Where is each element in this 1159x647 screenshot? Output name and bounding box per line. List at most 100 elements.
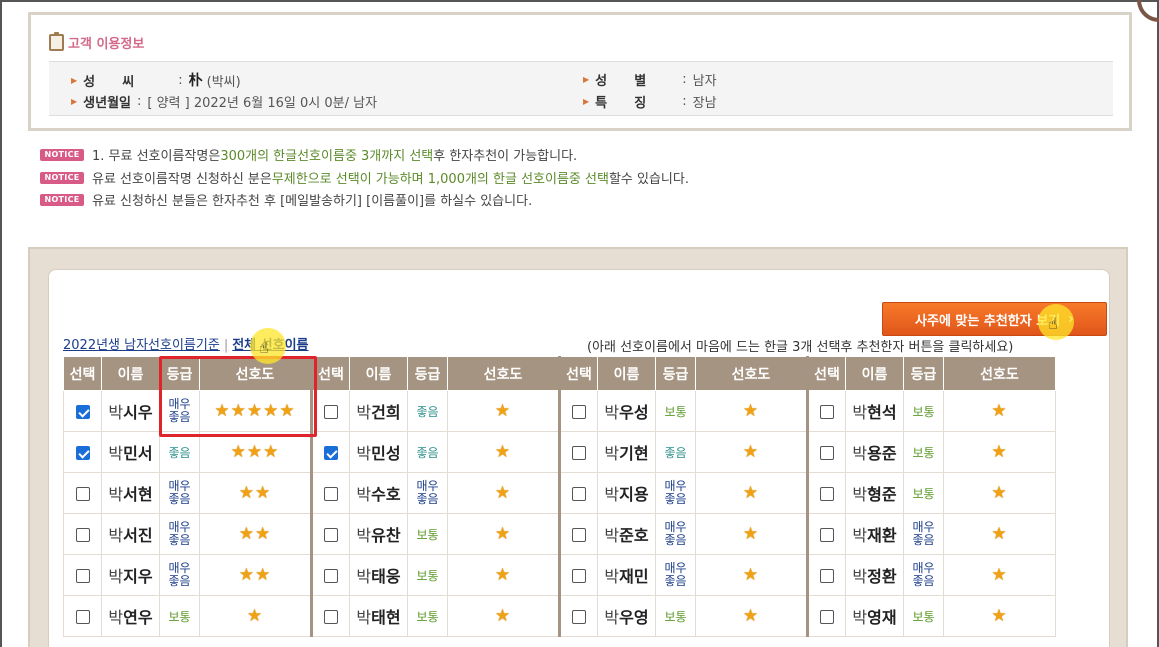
name-select-checkbox[interactable]: [324, 486, 338, 501]
name-select-checkbox[interactable]: [572, 486, 586, 501]
name-select-checkbox[interactable]: [75, 404, 90, 419]
name-selection-panel: 사주에 맞는 추천한자 보기 › 2022년생 남자선호이름기준|전체 선호이름…: [28, 247, 1128, 647]
preference-cell: ★: [695, 595, 808, 637]
name-cell: 박민서: [101, 431, 160, 473]
given-name-text: 건희: [371, 403, 401, 422]
column-header-name: 이름: [349, 356, 408, 391]
name-cell: 박태현: [349, 595, 408, 637]
given-name-text: 민성: [371, 444, 401, 463]
surname-text: 박: [604, 444, 620, 463]
select-cell: [558, 513, 598, 555]
name-select-checkbox[interactable]: [324, 568, 338, 583]
name-select-checkbox[interactable]: [572, 527, 586, 542]
grade-badge: 매우좋음: [912, 519, 935, 547]
name-select-checkbox[interactable]: [75, 486, 90, 501]
name-cell: 박연우: [101, 595, 160, 637]
name-select-checkbox[interactable]: [75, 568, 90, 583]
name-cell: 박우성: [597, 390, 656, 432]
star-rating-icon: ★: [494, 565, 512, 585]
name-select-checkbox[interactable]: [324, 527, 338, 542]
given-name-text: 재민: [619, 567, 649, 586]
preference-cell: ★: [199, 595, 312, 637]
name-select-checkbox[interactable]: [820, 404, 834, 419]
grade-cell: 매우좋음: [159, 554, 200, 596]
given-name-text: 유찬: [371, 526, 401, 545]
select-cell: [310, 390, 350, 432]
name-select-checkbox[interactable]: [75, 527, 90, 542]
name-select-checkbox[interactable]: [75, 445, 90, 460]
trait-value: 장남: [692, 96, 717, 111]
given-name-text: 재환: [867, 526, 897, 545]
name-select-checkbox[interactable]: [572, 609, 586, 624]
name-cell: 박지우: [101, 554, 160, 596]
notice-2-text-b: 할수 있습니다.: [608, 172, 689, 187]
grade-badge: 보통: [912, 446, 935, 460]
name-cell: 박재민: [597, 554, 656, 596]
bullet-icon: ▶: [583, 75, 590, 84]
grade-badge: 좋음: [664, 446, 687, 460]
name-cell: 박서현: [101, 472, 160, 514]
table-row: 박서현 매우좋음 ★★ 박수호 매우좋음 ★ 박지용 매우좋음 ★ 박형준 보통 ★: [63, 472, 1056, 514]
notice-badge: NOTICE: [40, 171, 84, 184]
surname-note: (박씨): [206, 74, 241, 90]
select-cell: [63, 472, 102, 514]
name-select-checkbox[interactable]: [324, 404, 338, 419]
surname-text: 박: [852, 526, 868, 545]
customer-info-title-text: 고객 이용정보: [68, 37, 145, 52]
select-cell: [310, 472, 350, 514]
surname-hanja: 朴: [188, 73, 203, 89]
notice-1: NOTICE 1. 무료 선호이름작명은 300개의 한글선호이름중 3개까지 …: [40, 145, 577, 164]
column-header-pref: 선호도: [447, 356, 560, 391]
select-cell: [310, 595, 350, 637]
preference-cell: ★★: [199, 472, 312, 514]
given-name-text: 연우: [123, 608, 153, 627]
column-header-pref: 선호도: [695, 356, 808, 391]
given-name-text: 우성: [619, 403, 649, 422]
grade-badge: 매우좋음: [912, 560, 935, 588]
name-select-checkbox[interactable]: [75, 609, 90, 624]
grade-cell: 매우좋음: [655, 513, 696, 555]
surname-text: 박: [108, 485, 124, 504]
selection-hint: (아래 선호이름에서 마음에 드는 한글 3개 선택후 추천한자 버튼을 클릭하…: [587, 340, 1014, 355]
name-select-checkbox[interactable]: [820, 445, 834, 460]
name-select-checkbox[interactable]: [820, 527, 834, 542]
star-rating-icon: ★: [742, 483, 760, 503]
select-cell: [63, 595, 102, 637]
link-year-names[interactable]: 2022년생 남자선호이름기준: [63, 338, 220, 353]
grade-badge: 매우좋음: [168, 519, 191, 547]
name-select-checkbox[interactable]: [572, 404, 586, 419]
bullet-icon: ▶: [71, 75, 78, 85]
surname-text: 박: [852, 608, 868, 627]
grade-cell: 보통: [407, 554, 448, 596]
name-select-checkbox[interactable]: [572, 445, 586, 460]
gender-value: 남자: [692, 74, 717, 89]
table-row: 박지우 매우좋음 ★★ 박태웅 보통 ★ 박재민 매우좋음 ★ 박정환 매우좋음 ★: [63, 554, 1056, 596]
grade-cell: 좋음: [407, 390, 448, 432]
surname-text: 박: [852, 403, 868, 422]
grade-badge: 보통: [416, 569, 439, 583]
column-header-name: 이름: [101, 356, 160, 391]
name-cell: 박형준: [845, 472, 904, 514]
name-select-checkbox[interactable]: [324, 609, 338, 624]
name-select-checkbox[interactable]: [820, 486, 834, 501]
given-name-text: 민서: [123, 444, 153, 463]
birth-value: [ 양력 ] 2022년 6월 16일 0시 0분/ 남자: [147, 96, 378, 111]
preference-cell: ★: [695, 431, 808, 473]
grade-badge: 매우좋음: [168, 560, 191, 588]
name-select-checkbox[interactable]: [820, 568, 834, 583]
name-select-checkbox[interactable]: [572, 568, 586, 583]
surname-text: 박: [604, 485, 620, 504]
name-select-checkbox[interactable]: [820, 609, 834, 624]
grade-badge: 보통: [416, 610, 439, 624]
preference-cell: ★: [447, 431, 560, 473]
star-rating-icon: ★: [742, 524, 760, 544]
name-select-checkbox[interactable]: [324, 445, 338, 460]
star-rating-icon: ★: [494, 401, 512, 421]
customer-info-title: 고객 이용정보: [49, 32, 145, 52]
surname-text: 박: [356, 567, 372, 586]
notice-2-highlight: 무제한으로 선택이 가능하며 1,000개의 한글 선호이름중 선택: [271, 172, 609, 187]
link-separator: |: [223, 338, 229, 353]
select-cell: [558, 390, 598, 432]
name-cell: 박서진: [101, 513, 160, 555]
grade-cell: 좋음: [159, 431, 200, 473]
